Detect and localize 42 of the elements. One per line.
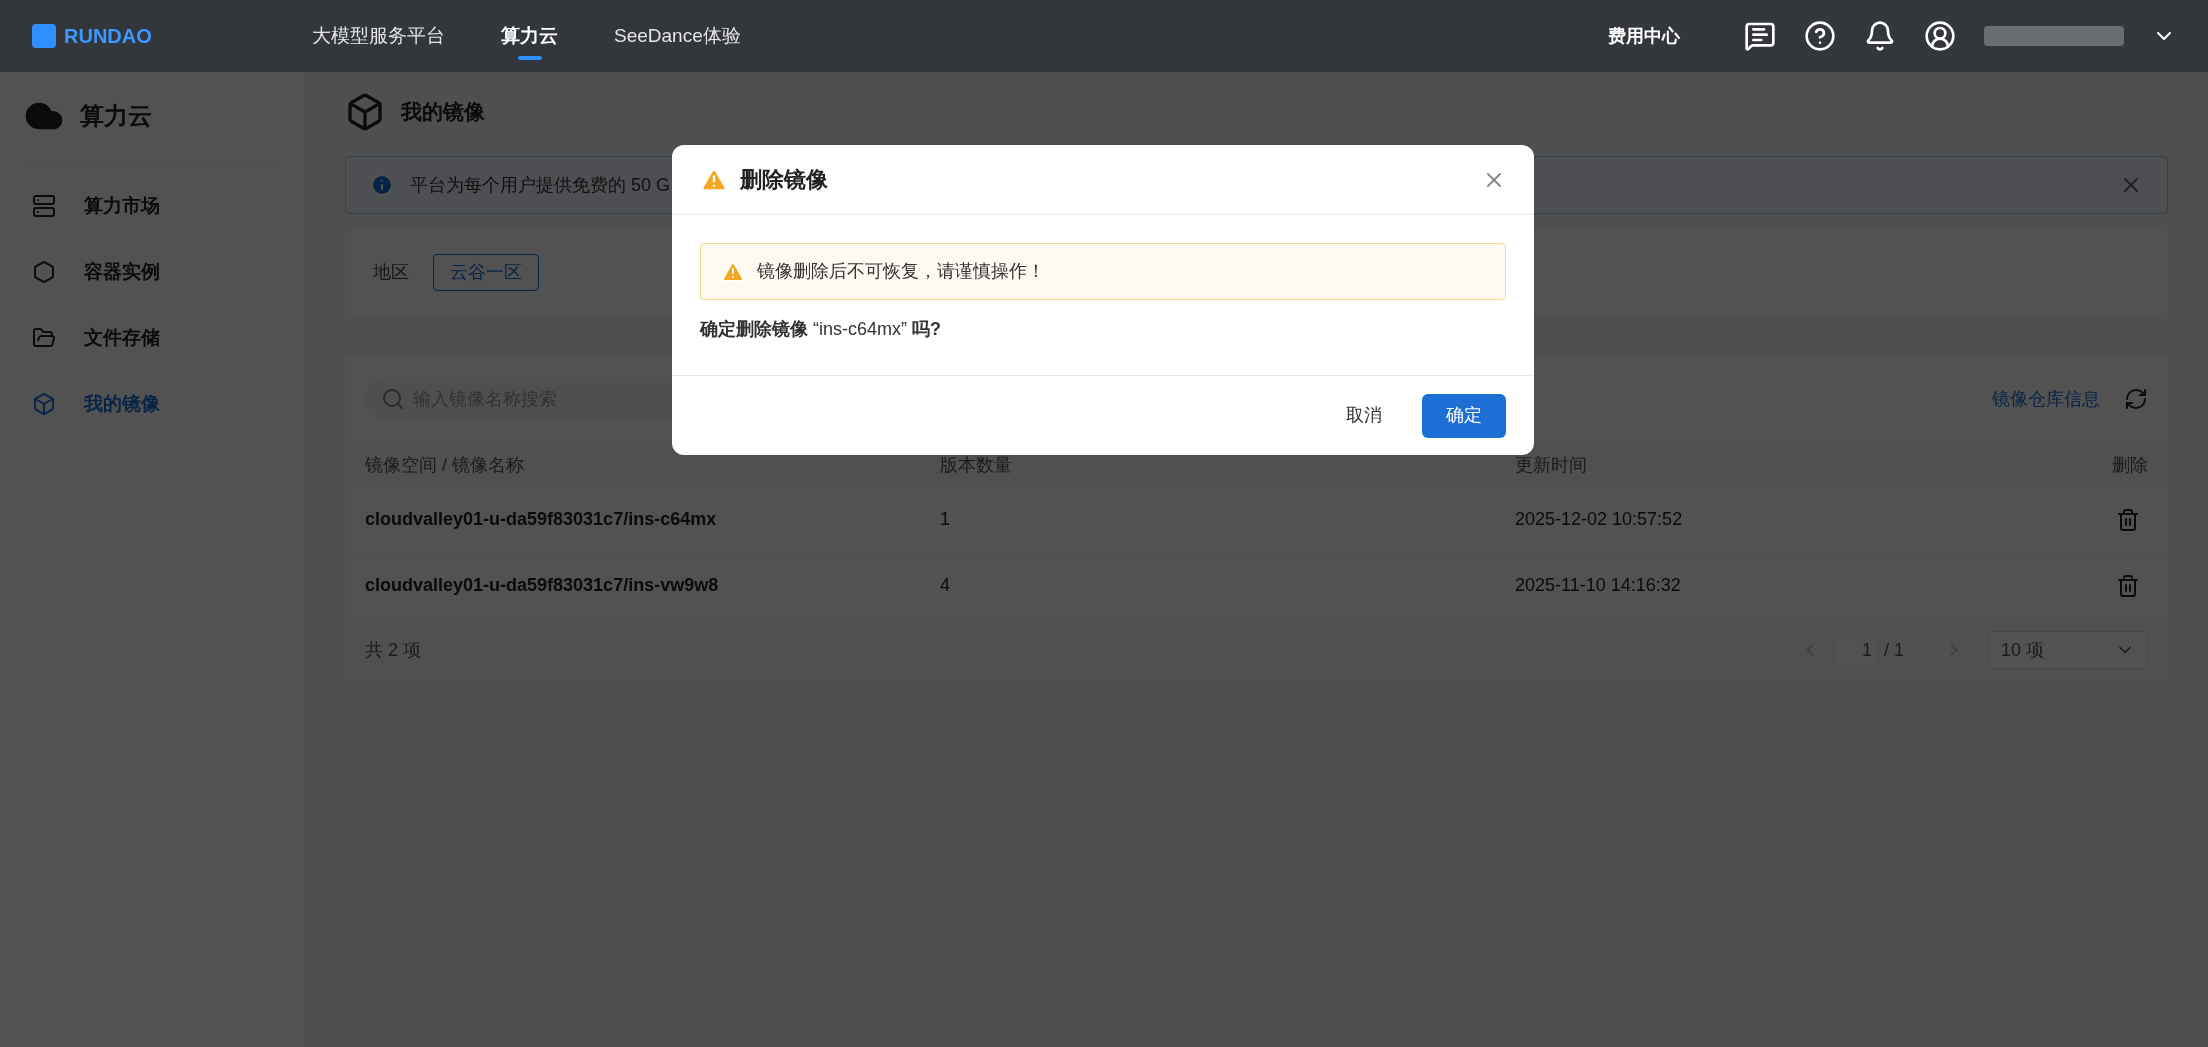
notice-text: 平台为每个用户提供免费的 50 G <box>410 173 671 197</box>
sidebar-item[interactable]: 容器实例 <box>24 243 280 301</box>
refresh-icon[interactable] <box>2124 387 2148 411</box>
table-cell-text: 2025-12-02 10:57:52 <box>1515 508 1684 531</box>
trash-icon[interactable] <box>2116 573 2140 598</box>
repo-info-link[interactable]: 镜像仓库信息 <box>1992 385 2100 413</box>
info-icon <box>370 173 394 197</box>
nav-tab[interactable]: 大模型服务平台 <box>312 0 445 72</box>
table-cell-text: 1 <box>940 508 951 531</box>
region-label: 地区 <box>373 261 409 284</box>
server-icon <box>32 194 56 218</box>
cube-icon <box>345 92 385 132</box>
cube-icon <box>32 392 56 416</box>
trash-icon[interactable] <box>2116 507 2140 532</box>
table-cell-text: 2025-11-10 14:16:32 <box>1515 574 1682 597</box>
region-chip[interactable]: 云谷一区 <box>433 254 539 291</box>
confirm-button[interactable]: 确定 <box>1422 393 1506 438</box>
table-cell-text: cloudvalley01-u-da59f83031c7/ins-vw9w8 <box>365 574 720 597</box>
folder-icon <box>32 326 56 350</box>
table-cell-text: cloudvalley01-u-da59f83031c7/ins-c64mx <box>365 508 718 531</box>
warning-icon <box>721 259 745 284</box>
confirm-question: 确定删除镜像 “ins-c64mx” 吗? <box>700 318 942 341</box>
table-cell-text: 4 <box>940 574 951 597</box>
message-icon[interactable] <box>1744 20 1776 52</box>
warning-text: 镜像删除后不可恢复，请谨慎操作！ <box>757 260 1045 283</box>
nav-tab[interactable]: 算力云 <box>501 0 558 72</box>
page-title: 我的镜像 <box>401 99 485 126</box>
sidebar-item[interactable]: 文件存储 <box>24 309 280 367</box>
sidebar-title: 算力云 <box>80 101 152 131</box>
logo-text: RUNDAO <box>64 24 152 49</box>
nav-tab[interactable]: SeeDance体验 <box>614 0 741 72</box>
sidebar-item[interactable]: 算力市场 <box>24 177 280 235</box>
search-icon <box>381 387 405 411</box>
cancel-button[interactable]: 取消 <box>1330 393 1398 438</box>
help-icon[interactable] <box>1804 20 1836 52</box>
bell-icon[interactable] <box>1864 20 1896 52</box>
sidebar-item[interactable]: 我的镜像 <box>24 375 280 433</box>
hexagon-icon <box>32 260 56 284</box>
billing-link[interactable]: 费用中心 <box>1608 22 1680 50</box>
logo-icon <box>32 24 56 48</box>
dialog-title: 删除镜像 <box>740 166 829 194</box>
avatar-icon[interactable] <box>1924 20 1956 52</box>
